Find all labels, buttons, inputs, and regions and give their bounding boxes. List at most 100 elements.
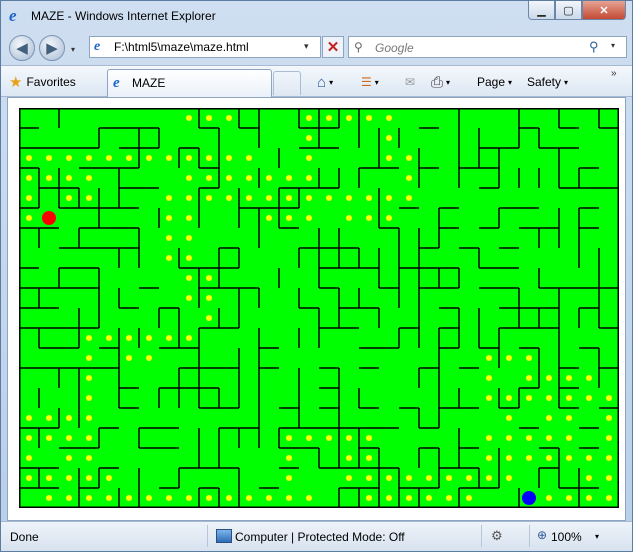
read-mail-button[interactable]: ✉ <box>405 73 415 91</box>
trail-dot <box>246 195 252 201</box>
trail-dot <box>206 495 212 501</box>
trail-dot <box>86 495 92 501</box>
trail-dot <box>126 335 132 341</box>
address-dropdown[interactable]: ▾ <box>304 41 309 52</box>
zoom-level[interactable]: 100% <box>551 530 582 544</box>
trail-dot <box>106 155 112 161</box>
trail-dot <box>146 155 152 161</box>
zoom-dropdown[interactable]: ▾ <box>595 532 599 541</box>
trail-dot <box>86 415 92 421</box>
trail-dot <box>406 155 412 161</box>
window-title: MAZE - Windows Internet Explorer <box>31 9 216 23</box>
trail-dot <box>86 335 92 341</box>
trail-dot <box>266 195 272 201</box>
back-button[interactable]: ◀ <box>9 35 35 61</box>
trail-dot <box>606 475 612 481</box>
trail-dot <box>206 315 212 321</box>
trail-dot <box>566 495 572 501</box>
trail-dot <box>226 155 232 161</box>
address-input[interactable]: F:\html5\maze\maze.html <box>114 40 249 54</box>
trail-dot <box>446 475 452 481</box>
trail-dot <box>266 495 272 501</box>
trail-dot <box>326 435 332 441</box>
trail-dot <box>306 135 312 141</box>
close-window-button[interactable]: ✕ <box>582 1 626 20</box>
trail-dot <box>66 435 72 441</box>
trail-dot <box>506 355 512 361</box>
feeds-dropdown[interactable]: ▾ <box>375 78 379 87</box>
trail-dot <box>406 175 412 181</box>
trail-dot <box>306 195 312 201</box>
trail-dot <box>586 495 592 501</box>
trail-dot <box>606 495 612 501</box>
trail-dot <box>186 495 192 501</box>
tab-maze[interactable]: e MAZE <box>107 69 272 97</box>
trail-dot <box>26 455 32 461</box>
zoom-icon[interactable]: ⊕ <box>537 528 547 542</box>
recent-pages-dropdown[interactable]: ▾ <box>71 45 75 54</box>
feeds-button[interactable]: ☰ ▾ <box>361 73 379 91</box>
trail-dot <box>366 475 372 481</box>
trail-dot <box>206 275 212 281</box>
trail-dot <box>386 195 392 201</box>
new-tab-button[interactable] <box>273 71 301 95</box>
home-button[interactable]: ⌂ ▾ <box>317 73 333 91</box>
page-icon: e <box>94 39 101 54</box>
trail-dot <box>526 355 532 361</box>
trail-dot <box>146 335 152 341</box>
trail-dot <box>206 155 212 161</box>
trail-dot <box>586 395 592 401</box>
search-button[interactable]: ⚲ <box>589 39 599 55</box>
trail-dot <box>366 215 372 221</box>
trail-dot <box>166 155 172 161</box>
window-controls: ▁ ▢ ✕ <box>528 1 626 21</box>
trail-dot <box>546 495 552 501</box>
trail-dot <box>286 455 292 461</box>
print-dropdown[interactable]: ▾ <box>446 78 450 87</box>
tab-label: MAZE <box>132 76 166 90</box>
stop-button[interactable]: ✕ <box>322 36 344 58</box>
feeds-icon: ☰ <box>361 75 372 89</box>
trail-dot <box>586 455 592 461</box>
trail-dot <box>546 435 552 441</box>
trail-dot <box>606 455 612 461</box>
trail-dot <box>186 175 192 181</box>
address-bar[interactable]: e F:\html5\maze\maze.html ▾ ↻ <box>89 36 403 58</box>
trail-dot <box>46 415 52 421</box>
trail-dot <box>206 175 212 181</box>
trail-dot <box>386 155 392 161</box>
page-content <box>7 97 626 521</box>
home-dropdown[interactable]: ▾ <box>329 78 333 87</box>
forward-button[interactable]: ▶ <box>39 35 65 61</box>
trail-dot <box>66 195 72 201</box>
toolbar-overflow-button[interactable]: » <box>611 68 617 79</box>
trail-dot <box>566 395 572 401</box>
trail-dot <box>366 435 372 441</box>
search-options-dropdown[interactable]: ▾ <box>611 41 615 50</box>
trail-dot <box>606 395 612 401</box>
maximize-button[interactable]: ▢ <box>555 1 582 20</box>
security-settings-icon[interactable]: ⚙ <box>491 528 503 544</box>
minimize-button[interactable]: ▁ <box>528 1 555 20</box>
page-menu-label: Page <box>477 75 506 89</box>
page-menu-arrow: ▾ <box>508 77 513 87</box>
trail-dot <box>386 215 392 221</box>
search-input[interactable]: Google <box>375 41 414 55</box>
maze-canvas[interactable] <box>19 108 619 508</box>
trail-dot <box>566 375 572 381</box>
trail-dot <box>26 215 32 221</box>
trail-dot <box>166 235 172 241</box>
trail-dot <box>306 495 312 501</box>
trail-dot <box>606 415 612 421</box>
trail-dot <box>186 215 192 221</box>
page-menu-button[interactable]: Page ▾ <box>477 73 512 91</box>
favorites-button[interactable]: ★ Favorites <box>9 72 76 92</box>
security-zone-text[interactable]: Computer | Protected Mode: Off <box>235 530 405 544</box>
trail-dot <box>166 495 172 501</box>
print-button[interactable]: ⎙ ▾ <box>431 73 450 91</box>
trail-dot <box>526 435 532 441</box>
ie-logo-icon: e <box>9 6 17 25</box>
safety-menu-button[interactable]: Safety ▾ <box>527 73 568 91</box>
search-box[interactable]: ⚲ Google ⚲ ▾ <box>348 36 627 58</box>
safety-menu-arrow: ▾ <box>564 77 569 87</box>
